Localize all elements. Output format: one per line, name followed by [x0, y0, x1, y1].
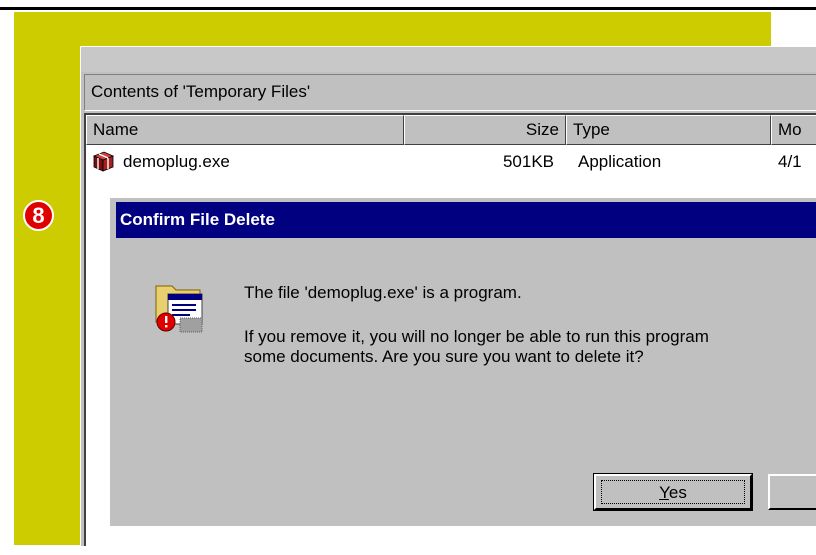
yes-button-focus: Yes	[601, 480, 745, 504]
step-number-badge: 8	[23, 200, 54, 231]
dialog-message-line2: some documents. Are you sure you want to…	[244, 347, 644, 366]
no-button[interactable]	[768, 474, 816, 510]
bottom-margin	[0, 546, 816, 555]
column-header-type[interactable]: Type	[566, 115, 771, 145]
dialog-message-line1: If you remove it, you will no longer be …	[244, 327, 709, 346]
package-icon	[92, 151, 115, 172]
file-name: demoplug.exe	[123, 152, 230, 171]
confirm-delete-dialog: Confirm File Delete The file 'demoplug.e…	[108, 196, 816, 526]
program-warning-icon	[155, 285, 203, 333]
file-row[interactable]: demoplug.exe 501KB Application 4/1	[86, 147, 816, 177]
dialog-message-secondary: If you remove it, you will no longer be …	[244, 327, 709, 367]
dialog-title-bar[interactable]: Confirm File Delete	[116, 202, 816, 238]
contents-title-bar: Contents of 'Temporary Files'	[84, 74, 816, 111]
column-header-name[interactable]: Name	[86, 115, 404, 145]
column-header-size[interactable]: Size	[404, 115, 566, 145]
file-size: 501KB	[502, 152, 554, 171]
file-modified: 4/1	[778, 152, 802, 171]
file-type: Application	[578, 152, 662, 171]
top-rule	[0, 7, 816, 10]
dialog-message-primary: The file 'demoplug.exe' is a program.	[244, 283, 522, 302]
column-header-modified[interactable]: Mo	[771, 115, 816, 145]
explorer-toolbar-area	[81, 47, 816, 72]
yes-button[interactable]: Yes	[593, 473, 753, 511]
yes-accelerator: Y	[659, 483, 669, 502]
